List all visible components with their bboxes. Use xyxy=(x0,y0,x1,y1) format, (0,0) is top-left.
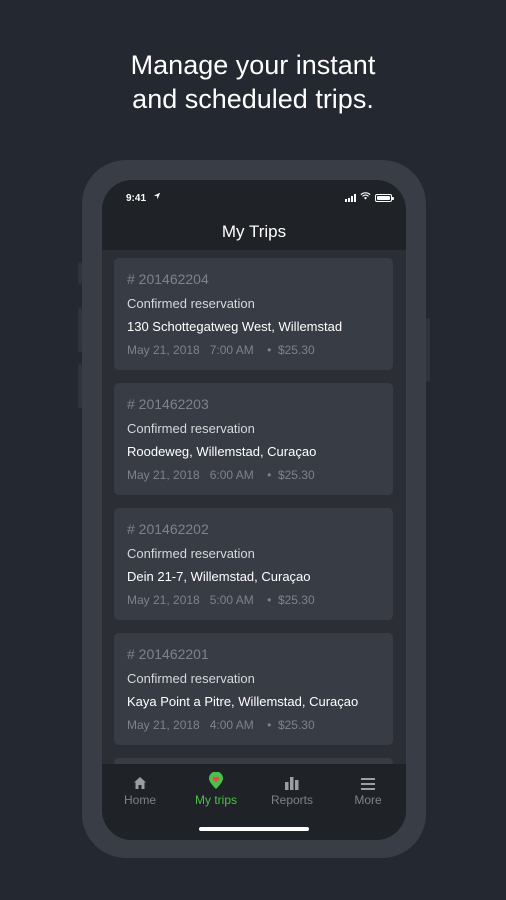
trip-card[interactable]: # 201462201 Confirmed reservation Kaya P… xyxy=(114,633,393,745)
page-title: My Trips xyxy=(221,222,287,241)
phone-screen: 9:41 My Trips # 201462204 Confirmed rese… xyxy=(102,180,406,840)
home-indicator[interactable] xyxy=(199,827,309,831)
bar-chart-icon xyxy=(254,772,330,790)
map-pin-heart-icon xyxy=(178,772,254,790)
trip-status: Confirmed reservation xyxy=(127,296,255,311)
trip-number: # 201462204 xyxy=(127,271,209,287)
location-arrow-icon xyxy=(153,192,161,202)
battery-icon xyxy=(375,193,394,202)
tab-my-trips-label: My trips xyxy=(195,793,237,807)
tab-more[interactable]: More xyxy=(330,764,406,840)
trip-address: Dein 21-7, Willemstad, Curaçao xyxy=(127,569,311,584)
trip-list[interactable]: # 201462204 Confirmed reservation 130 Sc… xyxy=(102,250,406,764)
status-bar: 9:41 xyxy=(102,180,406,216)
home-icon xyxy=(102,772,178,790)
trip-status: Confirmed reservation xyxy=(127,421,255,436)
trip-meta: May 21, 2018 5:00 AM • $25.30 xyxy=(127,593,315,607)
tab-reports-label: Reports xyxy=(270,793,314,807)
headline-line-1: Manage your instant xyxy=(130,50,376,80)
tab-more-label: More xyxy=(354,793,382,807)
trip-meta: May 21, 2018 7:00 AM • $25.30 xyxy=(127,343,315,357)
trip-status: Confirmed reservation xyxy=(127,546,255,561)
trip-number: # 201462202 xyxy=(127,521,209,537)
phone-power-button xyxy=(426,318,430,382)
trip-card[interactable]: # 201462204 Confirmed reservation 130 Sc… xyxy=(114,258,393,370)
trip-address: Kaya Point a Pitre, Willemstad, Curaçao xyxy=(127,694,359,709)
signal-icon xyxy=(345,193,356,202)
trip-number: # 201462203 xyxy=(127,396,209,412)
wifi-icon xyxy=(360,192,371,203)
trip-meta: May 21, 2018 6:00 AM • $25.30 xyxy=(127,468,315,482)
trip-meta: May 21, 2018 4:00 AM • $25.30 xyxy=(127,718,315,732)
tab-home-label: Home xyxy=(123,793,156,807)
status-time: 9:41 xyxy=(126,193,147,204)
headline-line-2: and scheduled trips. xyxy=(132,84,374,114)
headline: Manage your instant and scheduled trips. xyxy=(0,48,506,116)
trip-card[interactable]: # 201462202 Confirmed reservation Dein 2… xyxy=(114,508,393,620)
trip-card[interactable]: # 201462203 Confirmed reservation Roodew… xyxy=(114,383,393,495)
trip-status: Confirmed reservation xyxy=(127,671,255,686)
tab-home[interactable]: Home xyxy=(102,764,178,840)
trip-address: 130 Schottegatweg West, Willemstad xyxy=(127,319,343,334)
trip-address: Roodeweg, Willemstad, Curaçao xyxy=(127,444,317,459)
menu-icon xyxy=(330,772,406,790)
trip-number: # 201462201 xyxy=(127,646,209,662)
